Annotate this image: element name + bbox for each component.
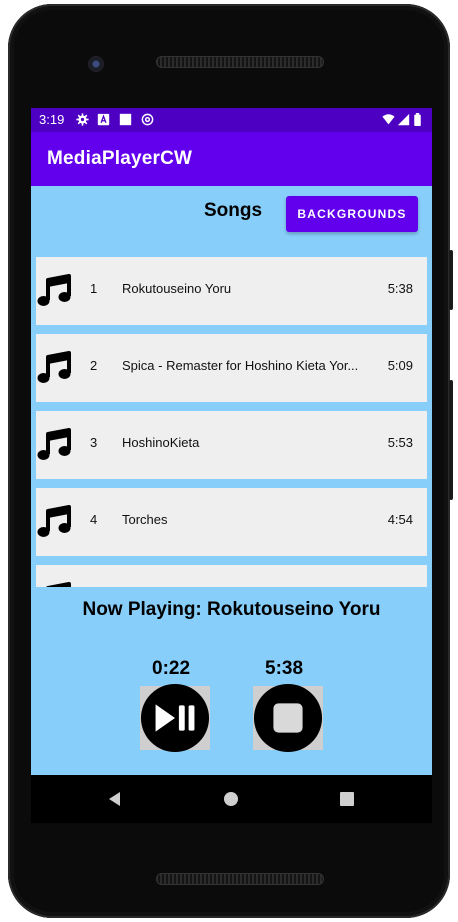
song-row[interactable]: 4 Torches 4:54 xyxy=(36,488,427,556)
elapsed-time: 0:22 xyxy=(152,658,191,679)
stop-icon xyxy=(253,683,323,753)
song-list[interactable]: 1 Rokutouseino Yoru 5:38 2 Spica - Remas… xyxy=(36,257,427,587)
music-note-icon xyxy=(46,582,71,587)
home-icon[interactable] xyxy=(221,789,241,809)
song-number: 2 xyxy=(90,358,98,373)
songs-heading: Songs xyxy=(204,200,263,221)
song-row[interactable]: 2 Spica - Remaster for Hoshino Kieta Yor… xyxy=(36,334,427,402)
song-duration: 5:38 xyxy=(387,281,413,296)
song-number: 1 xyxy=(90,281,98,296)
white-square-icon xyxy=(119,113,132,126)
status-time: 3:19 xyxy=(39,112,65,127)
song-row[interactable]: 1 Rokutouseino Yoru 5:38 xyxy=(36,257,427,325)
song-duration: 4:54 xyxy=(387,512,413,527)
bottom-speaker-grille xyxy=(156,873,324,885)
play-pause-button[interactable] xyxy=(140,683,210,753)
song-row[interactable]: 3 HoshinoKieta 5:53 xyxy=(36,411,427,479)
settings-gear-icon xyxy=(76,113,89,126)
song-row[interactable] xyxy=(36,565,427,587)
status-bar: 3:19 xyxy=(31,108,432,132)
song-number: 3 xyxy=(90,435,98,450)
music-note-icon xyxy=(37,505,71,537)
a-box-icon xyxy=(97,113,110,126)
stop-button[interactable] xyxy=(253,683,323,753)
song-number: 4 xyxy=(90,512,98,527)
power-button xyxy=(449,380,453,500)
total-time: 5:38 xyxy=(265,658,304,679)
front-camera xyxy=(88,56,104,72)
music-note-icon xyxy=(37,274,71,306)
song-title: Rokutouseino Yoru xyxy=(122,281,232,296)
app-title: MediaPlayerCW xyxy=(47,148,193,169)
now-playing-label: Now Playing: Rokutouseino Yoru xyxy=(82,599,381,620)
song-duration: 5:09 xyxy=(387,358,413,373)
song-title: HoshinoKieta xyxy=(122,435,200,450)
music-note-icon xyxy=(37,351,71,383)
top-speaker-grille xyxy=(156,56,324,68)
signal-icon xyxy=(397,113,410,126)
at-sign-icon xyxy=(141,113,154,126)
battery-icon xyxy=(414,113,421,126)
app-screen: 3:19 MediaPlayerCW Songs BACKGROUNDS 1 R… xyxy=(31,108,432,775)
music-note-icon xyxy=(37,428,71,460)
recents-icon[interactable] xyxy=(337,789,357,809)
wifi-icon xyxy=(382,114,395,125)
backgrounds-button[interactable]: BACKGROUNDS xyxy=(286,196,418,232)
volume-button xyxy=(449,250,453,310)
song-duration: 5:53 xyxy=(387,435,413,450)
app-bar: MediaPlayerCW xyxy=(31,132,432,186)
back-icon[interactable] xyxy=(105,789,125,809)
song-title: Torches xyxy=(122,512,168,527)
navigation-bar xyxy=(31,775,432,823)
song-title: Spica - Remaster for Hoshino Kieta Yor..… xyxy=(122,358,359,373)
play-pause-icon xyxy=(140,683,210,753)
